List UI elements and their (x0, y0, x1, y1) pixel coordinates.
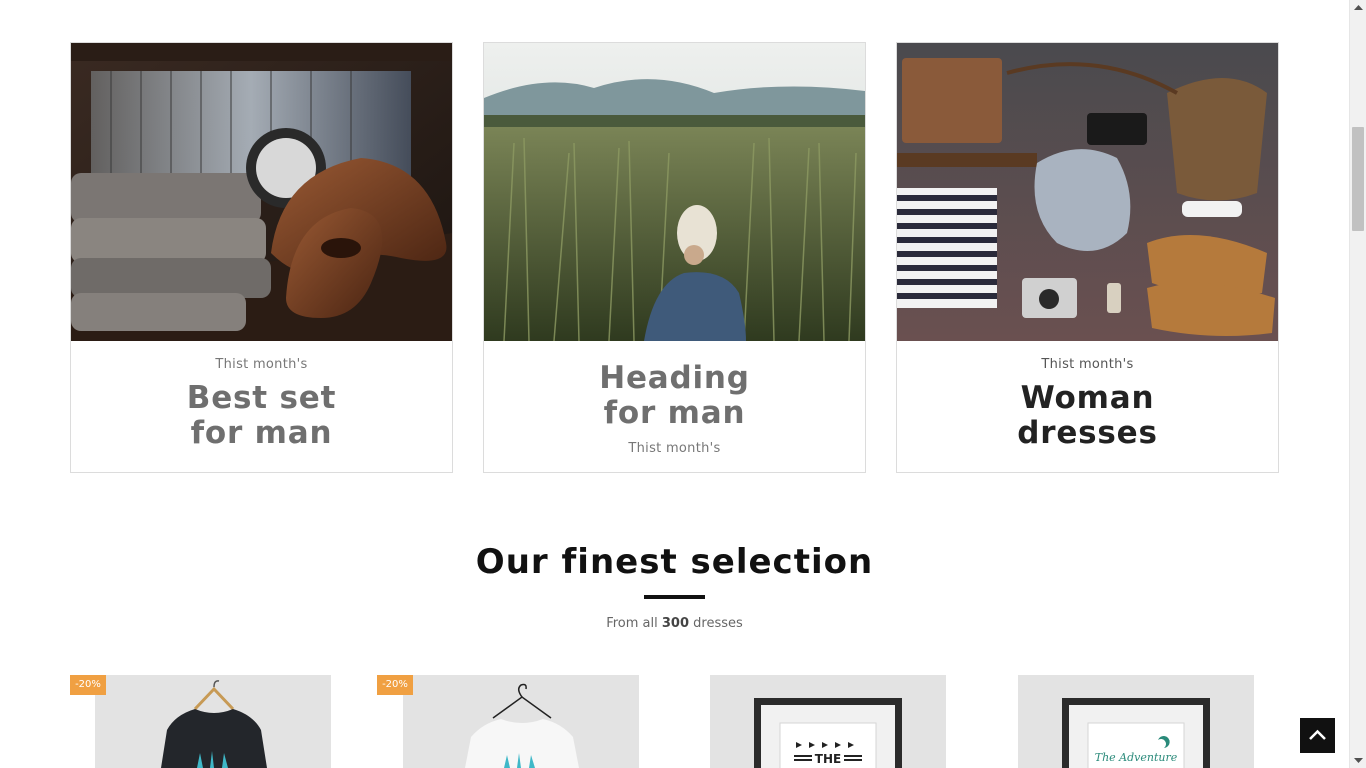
section-title: Our finest selection (475, 542, 874, 582)
category-heading-line1: Heading (599, 360, 750, 396)
product-image-black-tshirt[interactable] (95, 675, 331, 768)
category-heading[interactable]: Woman dresses (897, 381, 1278, 451)
category-card-woman-dresses[interactable]: Thist month's Woman dresses (896, 42, 1279, 473)
category-card-text: Thist month's Best set for man (71, 341, 452, 472)
subtitle-suffix: dresses (693, 616, 743, 631)
section-subtitle: From all 300 dresses (0, 616, 1349, 631)
black-tshirt-on-hanger (95, 675, 331, 768)
page: Thist month's Best set for man Heading f… (0, 0, 1349, 768)
poster-text: The Adventure (1095, 751, 1178, 764)
category-card-text: Thist month's Woman dresses (897, 341, 1278, 472)
category-image-flatlay[interactable] (897, 43, 1278, 341)
product-image-white-tshirt[interactable] (403, 675, 639, 768)
vertical-scrollbar[interactable] (1349, 0, 1366, 768)
product-image-poster-adventure[interactable]: The Adventure (1018, 675, 1254, 768)
subtitle-count: 300 (661, 616, 690, 631)
category-card-heading-for-man[interactable]: Heading for man Thist month's (483, 42, 866, 473)
chevron-up-icon (1309, 729, 1326, 740)
framed-poster-adventure: The Adventure (1018, 675, 1254, 768)
triangle-down-icon (1354, 758, 1363, 763)
discount-badge: -20% (70, 675, 106, 695)
category-image-field[interactable] (484, 43, 865, 341)
field-photo (484, 43, 865, 341)
framed-poster-the: THE (710, 675, 946, 768)
scroll-down-button[interactable] (1350, 751, 1366, 768)
discount-badge: -20% (377, 675, 413, 695)
category-heading[interactable]: Heading for man (484, 361, 865, 431)
category-card-text: Heading for man Thist month's (484, 341, 865, 472)
category-kicker: Thist month's (1041, 357, 1134, 372)
category-card-best-set[interactable]: Thist month's Best set for man (70, 42, 453, 473)
category-heading[interactable]: Best set for man (71, 381, 452, 451)
category-kicker: Thist month's (628, 441, 721, 456)
category-kicker: Thist month's (215, 357, 308, 372)
category-heading-line2: for man (603, 395, 746, 431)
category-heading-line2: for man (190, 415, 333, 451)
shoes-photo (71, 43, 452, 341)
product-image-poster-the[interactable]: THE (710, 675, 946, 768)
white-tshirt-on-hanger (403, 675, 639, 768)
category-heading-line2: dresses (1017, 415, 1158, 451)
scroll-up-button[interactable] (1350, 0, 1366, 17)
poster-text: THE (815, 752, 841, 766)
category-heading-line1: Best set (186, 380, 337, 416)
flatlay-photo (897, 43, 1278, 341)
category-heading-line1: Woman (1020, 380, 1155, 416)
subtitle-prefix: From all (606, 616, 658, 631)
triangle-up-icon (1354, 5, 1363, 10)
category-image-shoes[interactable] (71, 43, 452, 341)
scrollbar-thumb[interactable] (1352, 127, 1364, 231)
section-title-underline (644, 595, 705, 599)
back-to-top-button[interactable] (1300, 718, 1335, 753)
